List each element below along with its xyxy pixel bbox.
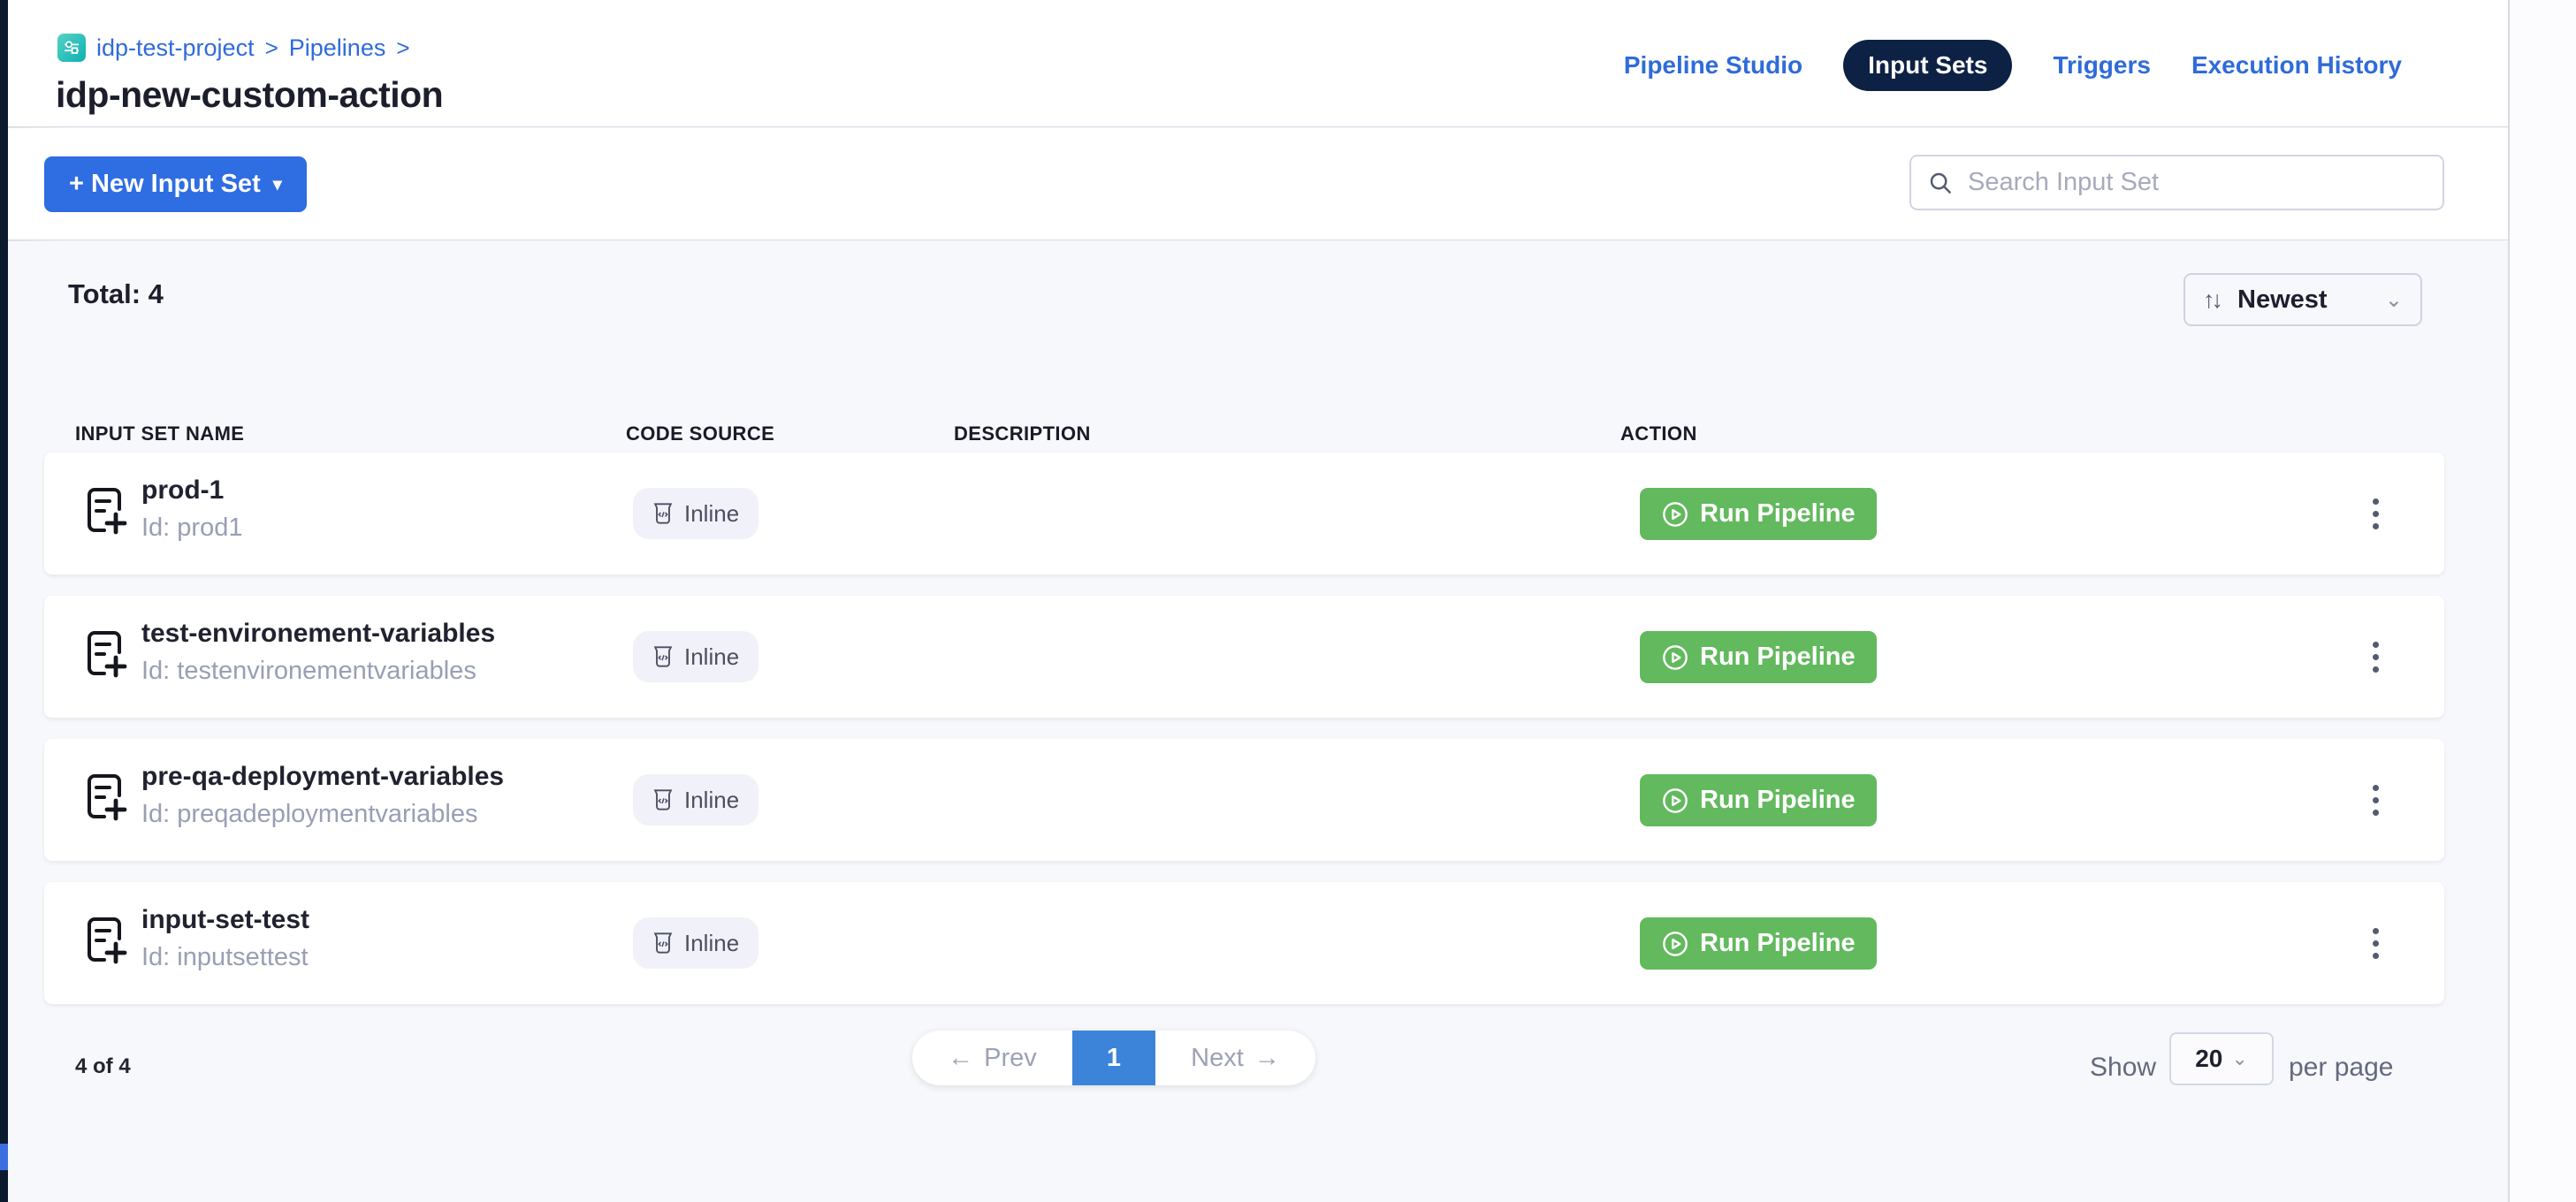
code-source-label: Inline [684, 930, 739, 957]
row-menu-button[interactable] [2358, 491, 2393, 536]
tab-execution-history[interactable]: Execution History [2191, 51, 2402, 80]
input-set-name-link[interactable]: pre-qa-deployment-variables [141, 762, 504, 792]
breadcrumb-separator: > [396, 34, 409, 62]
play-icon [1661, 787, 1689, 815]
input-set-name-link[interactable]: test-environement-variables [141, 619, 495, 649]
row-menu-button[interactable] [2358, 921, 2393, 965]
run-pipeline-button[interactable]: Run Pipeline [1640, 774, 1877, 826]
rail-scroll-indicator [0, 1144, 8, 1170]
breadcrumb-pipelines-link[interactable]: Pipelines [289, 34, 386, 62]
prev-label: Prev [984, 1044, 1037, 1073]
run-pipeline-label: Run Pipeline [1700, 643, 1856, 672]
run-pipeline-button[interactable]: Run Pipeline [1640, 488, 1877, 540]
prev-page-button[interactable]: ← Prev [912, 1031, 1072, 1085]
caret-down-icon: ▾ [273, 173, 282, 195]
show-label: Show [2090, 1053, 2156, 1083]
run-pipeline-label: Run Pipeline [1700, 786, 1856, 815]
tab-triggers[interactable]: Triggers [2053, 51, 2150, 80]
inline-store-icon [652, 788, 674, 811]
code-source-label: Inline [684, 787, 739, 814]
table-row: test-environement-variables Id: testenvi… [44, 596, 2444, 718]
search-icon [1927, 170, 1954, 196]
tab-input-sets[interactable]: Input Sets [1843, 40, 2012, 91]
column-header-description: DESCRIPTION [954, 422, 1091, 445]
total-count: Total: 4 [68, 278, 164, 310]
run-pipeline-label: Run Pipeline [1700, 499, 1856, 529]
column-header-action: ACTION [1620, 422, 1697, 445]
run-pipeline-button[interactable]: Run Pipeline [1640, 917, 1877, 970]
page-header: idp-test-project > Pipelines > idp-new-c… [8, 0, 2508, 127]
arrow-left-icon: ← [948, 1044, 973, 1073]
new-input-set-button[interactable]: + New Input Set ▾ [44, 156, 307, 212]
chevron-down-icon: ⌄ [2385, 287, 2403, 313]
inline-store-icon [652, 932, 674, 955]
code-source-badge: Inline [633, 488, 758, 539]
chevron-down-icon: ⌄ [2231, 1047, 2247, 1070]
breadcrumb: idp-test-project > Pipelines > [57, 34, 410, 62]
table-row: prod-1 Id: prod1 Inline Run Pipeline [44, 453, 2444, 574]
input-set-name-link[interactable]: prod-1 [141, 475, 242, 506]
pipeline-icon [57, 34, 86, 62]
row-menu-button[interactable] [2358, 635, 2393, 679]
table-row: input-set-test Id: inputsettest Inline R… [44, 882, 2444, 1004]
next-page-button[interactable]: Next → [1155, 1031, 1315, 1085]
search-box [1909, 155, 2444, 210]
sort-dropdown[interactable]: ↑↓ Newest ⌄ [2184, 273, 2422, 326]
input-set-icon [80, 769, 129, 828]
column-header-name: INPUT SET NAME [75, 422, 244, 445]
tab-pipeline-studio[interactable]: Pipeline Studio [1624, 51, 1802, 80]
input-set-id: Id: prod1 [141, 514, 242, 543]
arrow-right-icon: → [1254, 1044, 1280, 1073]
input-set-id: Id: testenvironementvariables [141, 657, 495, 686]
search-input[interactable] [1966, 167, 2427, 198]
code-source-label: Inline [684, 500, 739, 528]
code-source-badge: Inline [633, 917, 758, 969]
input-set-icon [80, 483, 129, 542]
code-source-badge: Inline [633, 631, 758, 682]
pagination-count: 4 of 4 [75, 1054, 131, 1079]
breadcrumb-separator: > [265, 34, 278, 62]
sort-selected-value: Newest [2237, 285, 2373, 315]
code-source-badge: Inline [633, 774, 758, 825]
input-set-name-link[interactable]: input-set-test [141, 905, 309, 935]
table-row: pre-qa-deployment-variables Id: preqadep… [44, 739, 2444, 861]
current-page-button[interactable]: 1 [1072, 1031, 1155, 1085]
page-size-select[interactable]: 20 ⌄ [2169, 1032, 2274, 1085]
left-nav-rail [0, 0, 8, 1202]
page-title: idp-new-custom-action [56, 74, 443, 116]
pipeline-tabs: Pipeline Studio Input Sets Triggers Exec… [1624, 41, 2402, 90]
input-set-list: Total: 4 ↑↓ Newest ⌄ INPUT SET NAME CODE… [8, 241, 2508, 1202]
run-pipeline-button[interactable]: Run Pipeline [1640, 631, 1877, 683]
per-page-label: per page [2289, 1053, 2393, 1083]
new-input-set-label: + New Input Set [69, 170, 261, 199]
breadcrumb-project-link[interactable]: idp-test-project [96, 34, 255, 62]
column-header-code-source: CODE SOURCE [626, 422, 774, 445]
right-panel-strip [2508, 0, 2576, 1202]
input-set-id: Id: inputsettest [141, 943, 309, 972]
next-label: Next [1191, 1044, 1244, 1073]
inline-store-icon [652, 502, 674, 525]
page-size-value: 20 [2195, 1045, 2222, 1073]
inline-store-icon [652, 645, 674, 668]
toolbar: + New Input Set ▾ [8, 128, 2508, 240]
input-set-id: Id: preqadeploymentvariables [141, 800, 504, 829]
run-pipeline-label: Run Pipeline [1700, 929, 1856, 958]
pager: ← Prev 1 Next → [912, 1031, 1315, 1085]
row-menu-button[interactable] [2358, 778, 2393, 822]
input-set-icon [80, 912, 129, 971]
play-icon [1661, 500, 1689, 529]
input-set-icon [80, 626, 129, 685]
play-icon [1661, 643, 1689, 672]
code-source-label: Inline [684, 643, 739, 671]
play-icon [1661, 930, 1689, 958]
input-sets-page: idp-test-project > Pipelines > idp-new-c… [0, 0, 2576, 1202]
sort-arrows-icon: ↑↓ [2203, 286, 2220, 314]
